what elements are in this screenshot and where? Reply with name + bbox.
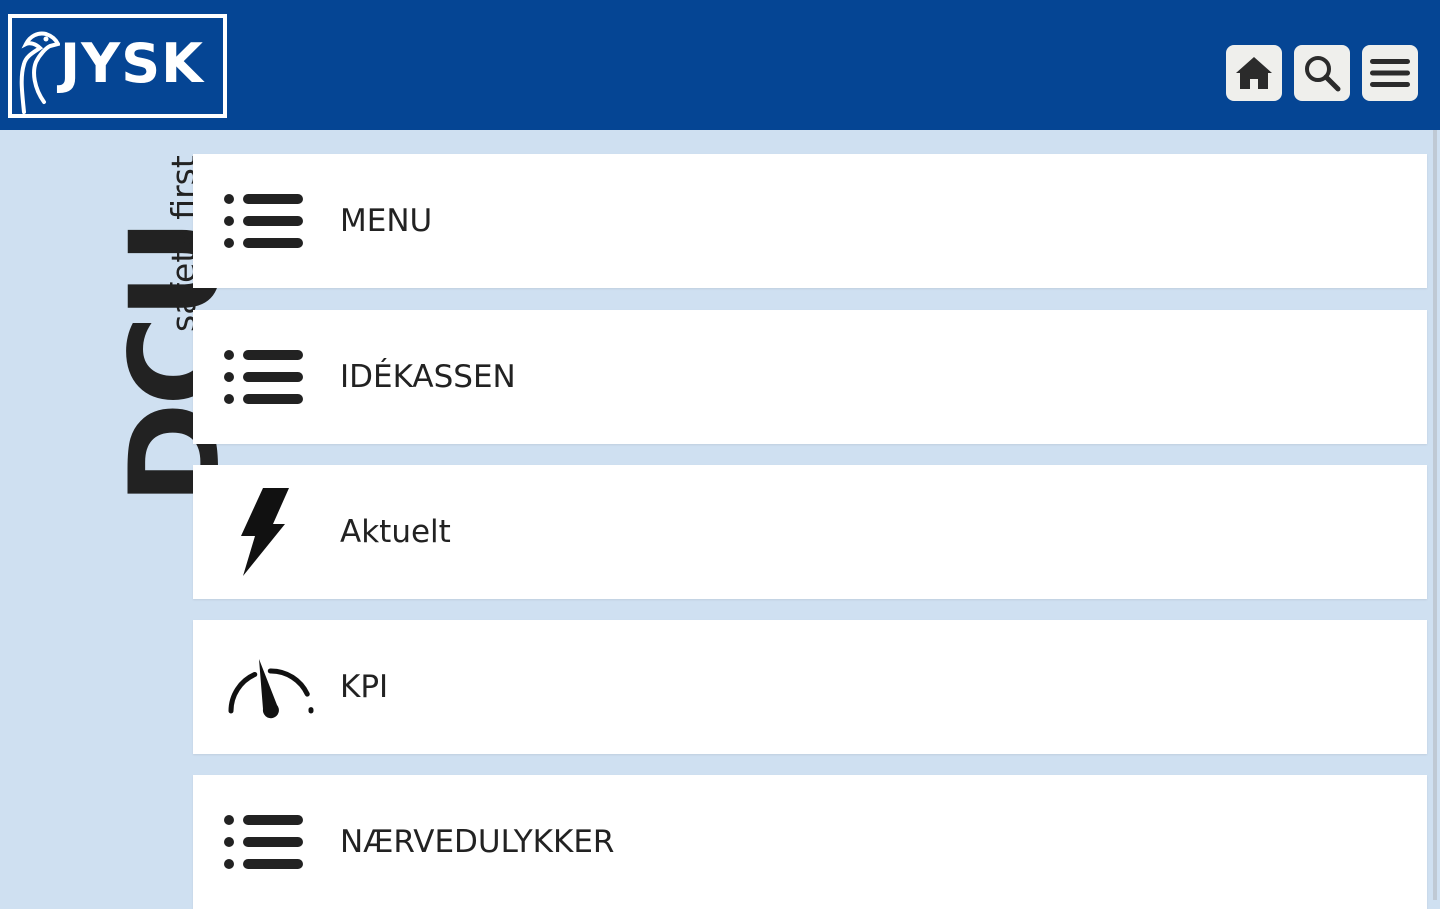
tile-label: Aktuelt xyxy=(340,514,451,550)
tile-label: MENU xyxy=(340,203,433,239)
hamburger-menu-button[interactable] xyxy=(1362,45,1418,101)
list-icon xyxy=(215,337,311,417)
tile-label: NÆRVEDULYKKER xyxy=(340,824,615,860)
list-icon xyxy=(215,181,311,261)
search-icon xyxy=(1305,56,1341,92)
bird-logo-icon xyxy=(19,31,60,114)
gauge-icon xyxy=(223,647,319,727)
top-header: JYSK xyxy=(0,0,1440,130)
tile-idekassen[interactable]: IDÉKASSEN xyxy=(193,310,1427,444)
logo-text: JYSK xyxy=(60,32,204,95)
hamburger-menu-icon xyxy=(1370,59,1410,87)
lightning-icon xyxy=(215,485,311,579)
tile-aktuelt[interactable]: Aktuelt xyxy=(193,465,1427,599)
list-icon xyxy=(215,802,311,882)
tile-menu[interactable]: MENU xyxy=(193,154,1427,288)
tile-label: KPI xyxy=(340,669,389,705)
scrollbar[interactable] xyxy=(1433,130,1437,900)
tile-kpi[interactable]: KPI xyxy=(193,620,1427,754)
tile-label: IDÉKASSEN xyxy=(340,359,516,395)
search-button[interactable] xyxy=(1294,45,1350,101)
home-icon xyxy=(1236,57,1272,89)
home-button[interactable] xyxy=(1226,45,1282,101)
tile-naervedulykker[interactable]: NÆRVEDULYKKER xyxy=(193,775,1427,909)
jysk-logo[interactable]: JYSK xyxy=(8,14,227,118)
